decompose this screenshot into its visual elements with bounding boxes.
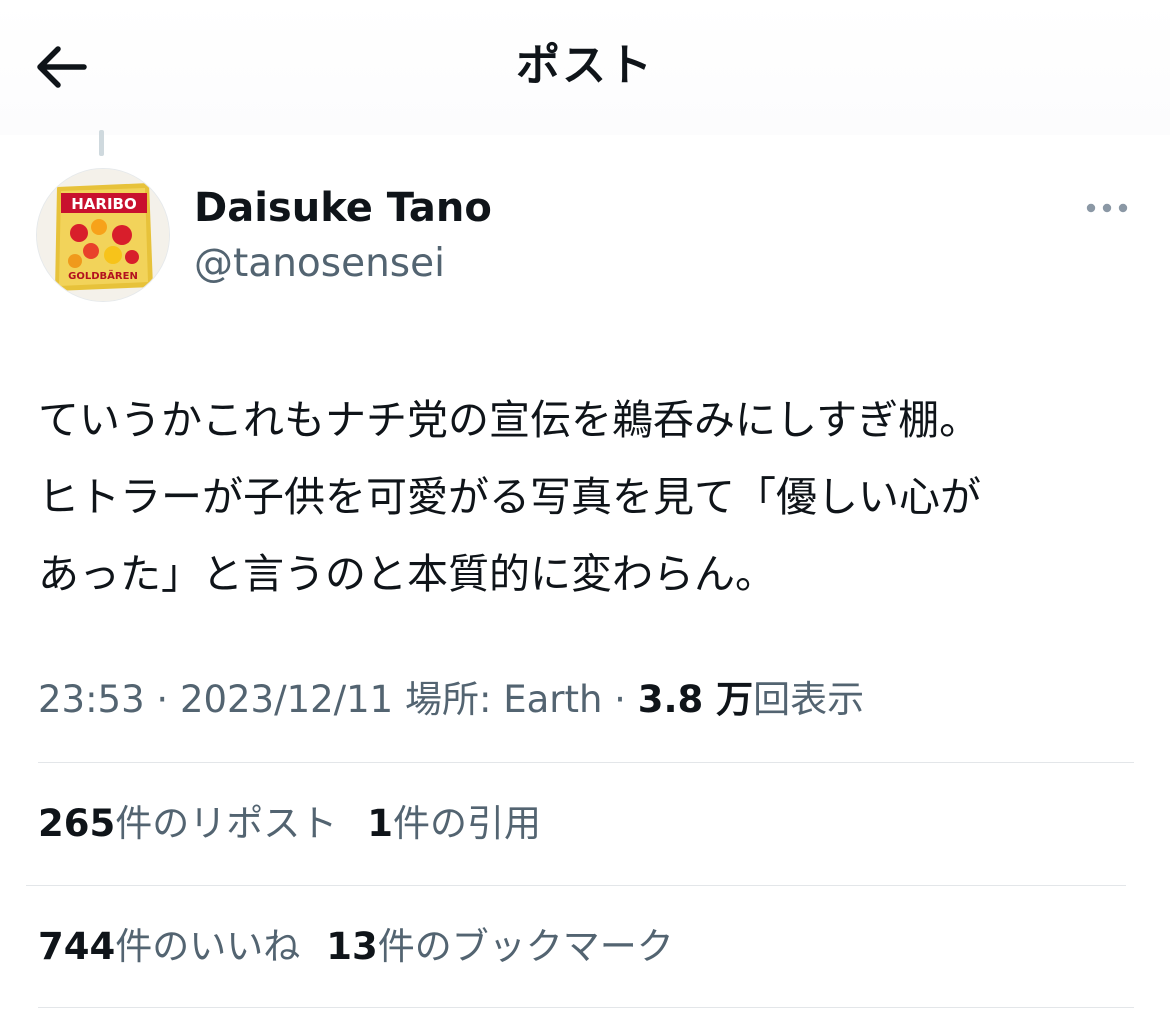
post-meta: 23:53 · 2023/12/11 場所: Earth · 3.8 万回表示 <box>38 674 864 726</box>
reposts-stat[interactable]: 265件のリポスト <box>38 802 337 845</box>
top-bar: ポスト <box>0 0 1170 135</box>
divider <box>38 1007 1134 1008</box>
bookmarks-stat[interactable]: 13件のブックマーク <box>326 925 674 968</box>
reposts-count: 265 <box>38 802 116 845</box>
post-text-line: あった」と言うのと本質的に変わらん。 <box>38 550 776 598</box>
avatar-image: HARIBO GOLDBÄREN <box>37 169 169 301</box>
post-date[interactable]: 2023/12/11 <box>180 678 393 721</box>
meta-separator: · <box>144 678 180 721</box>
post-text: ていうかこれもナチ党の宣伝を鵜呑みにしすぎ棚。 ヒトラーが子供を可愛がる写真を見… <box>38 382 1148 613</box>
thread-connector <box>99 130 104 156</box>
bookmarks-label: 件のブックマーク <box>377 925 674 968</box>
quotes-stat[interactable]: 1件の引用 <box>367 802 541 845</box>
view-count-label: 回表示 <box>753 678 865 721</box>
more-dots-icon <box>1086 203 1128 213</box>
likes-count: 744 <box>38 925 116 968</box>
svg-text:GOLDBÄREN: GOLDBÄREN <box>68 268 138 282</box>
bookmarks-count: 13 <box>326 925 378 968</box>
view-count: 3.8 万 <box>637 678 754 721</box>
quotes-count: 1 <box>367 802 393 845</box>
post-time[interactable]: 23:53 <box>38 678 145 721</box>
post-text-line: ヒトラーが子供を可愛がる写真を見て「優しい心が <box>38 473 981 521</box>
meta-separator: · <box>602 678 638 721</box>
quotes-label: 件の引用 <box>392 802 541 845</box>
stats-row-likes: 744件のいいね 13件のブックマーク <box>38 921 674 973</box>
avatar[interactable]: HARIBO GOLDBÄREN <box>36 168 170 302</box>
divider <box>26 885 1126 886</box>
post-text-line: ていうかこれもナチ党の宣伝を鵜呑みにしすぎ棚。 <box>38 396 981 444</box>
author-handle[interactable]: @tanosensei <box>194 238 445 290</box>
post-location: 場所: Earth <box>404 678 603 721</box>
page-title: ポスト <box>516 40 654 91</box>
reposts-label: 件のリポスト <box>115 802 338 845</box>
divider <box>38 762 1134 763</box>
more-options-button[interactable] <box>1078 190 1140 226</box>
likes-stat[interactable]: 744件のいいね <box>38 925 300 968</box>
likes-label: 件のいいね <box>115 925 301 968</box>
author-display-name[interactable]: Daisuke Tano <box>194 182 492 234</box>
svg-text:HARIBO: HARIBO <box>71 195 136 213</box>
stats-row-reposts: 265件のリポスト 1件の引用 <box>38 798 541 850</box>
